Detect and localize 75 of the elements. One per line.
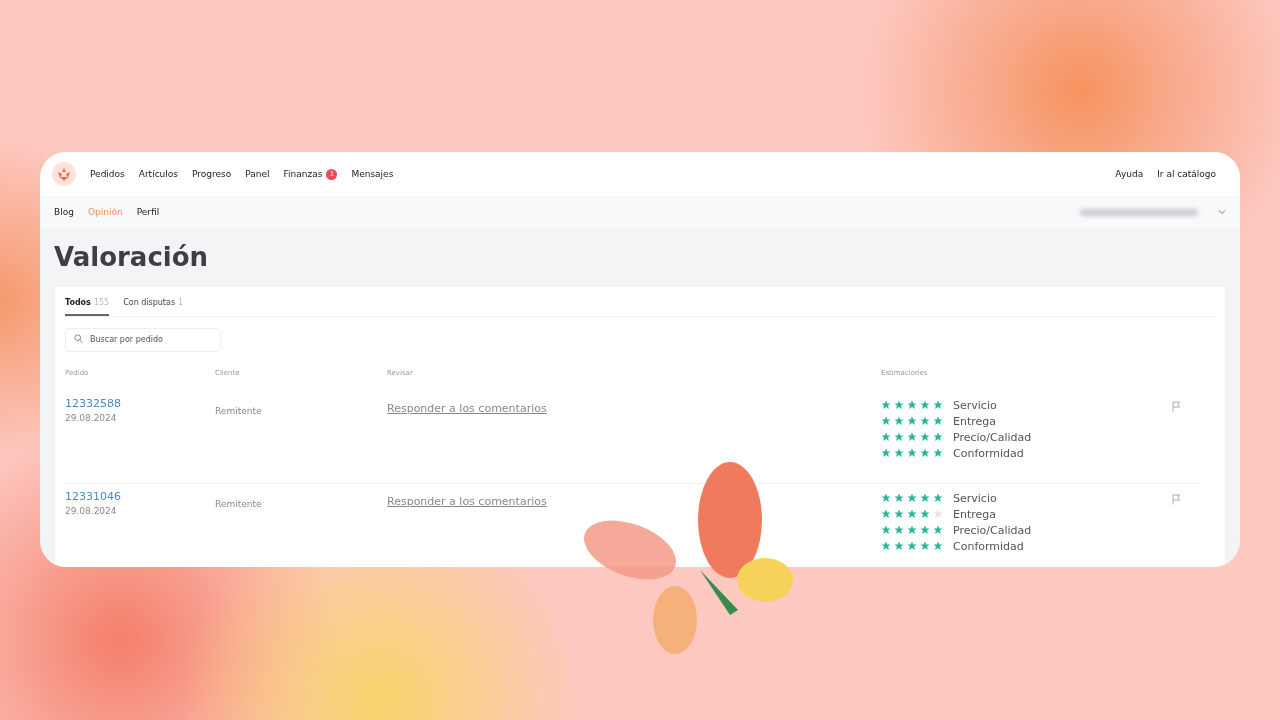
star-icon: [907, 416, 917, 426]
rating-label: Precio/Calidad: [953, 430, 1032, 444]
reply-link[interactable]: Responder a los comentarios: [387, 402, 547, 415]
star-icon: [894, 416, 904, 426]
order-date: 29.08.2024: [65, 506, 118, 516]
star-icon: [933, 541, 943, 551]
star-icon: [894, 493, 904, 503]
star-icon: [920, 493, 930, 503]
star-icon: [881, 509, 891, 519]
logo-icon[interactable]: [52, 162, 76, 186]
star-icon: [907, 400, 917, 410]
star-icon: [894, 432, 904, 442]
nav-link[interactable]: Progreso: [192, 169, 232, 179]
star-icon: [920, 541, 930, 551]
blurred-account-name[interactable]: [1080, 208, 1198, 216]
rating-label: Servicio: [953, 398, 997, 412]
star-icon: [894, 400, 904, 410]
subnav-link[interactable]: Blog: [54, 207, 74, 217]
star-icon: [933, 400, 943, 410]
nav-link[interactable]: Ir al catálogo: [1157, 169, 1216, 179]
rating-label: Conformidad: [953, 446, 1024, 460]
star-icon: [933, 493, 943, 503]
star-icon: [881, 541, 891, 551]
star-icon: [907, 448, 917, 458]
star-icon: [881, 432, 891, 442]
search-field[interactable]: Buscar por pedido: [65, 327, 221, 352]
star-icon: [907, 493, 917, 503]
star-icon: [894, 541, 904, 551]
star-icon: [920, 509, 930, 519]
order-link[interactable]: 12332588: [65, 397, 215, 410]
rating-label: Conformidad: [953, 539, 1024, 553]
star-icon: [920, 400, 930, 410]
order-date: 29.08.2024: [65, 413, 118, 423]
nav-link[interactable]: Panel: [245, 169, 270, 179]
reply-link[interactable]: Responder a los comentarios: [387, 495, 547, 508]
flag-icon[interactable]: [1171, 401, 1182, 412]
star-icon: [881, 400, 891, 410]
nav-link[interactable]: Artículos: [138, 169, 178, 179]
star-icon: [920, 448, 930, 458]
filter-tab[interactable]: Todos 155: [65, 295, 110, 316]
nav-link[interactable]: Ayuda: [1115, 169, 1144, 179]
star-icon: [894, 525, 904, 535]
star-icon: [907, 541, 917, 551]
nav-link[interactable]: Mensajes: [351, 169, 394, 179]
star-icon: [920, 525, 930, 535]
subnav-link[interactable]: Perfil: [136, 207, 160, 217]
flag-icon[interactable]: [1171, 494, 1182, 505]
page-title: Valoración: [53, 241, 210, 274]
star-icon: [881, 493, 891, 503]
star-icon: [894, 448, 904, 458]
rating-label: Entrega: [953, 414, 996, 428]
star-icon: [933, 448, 943, 458]
empty-star-icon: [933, 509, 943, 519]
star-icon: [933, 416, 943, 426]
star-icon: [920, 416, 930, 426]
star-icon: [907, 525, 917, 535]
nav-link[interactable]: Pedidos: [90, 169, 125, 179]
star-icon: [933, 525, 943, 535]
rating-label: Precio/Calidad: [953, 523, 1032, 537]
star-icon: [881, 525, 891, 535]
filter-tab[interactable]: Con disputas 1: [123, 295, 184, 316]
chevron-down-icon[interactable]: [1218, 208, 1226, 216]
rating-label: Servicio: [953, 491, 997, 505]
client-name: Remitente: [215, 499, 262, 509]
star-icon: [920, 432, 930, 442]
star-icon: [907, 432, 917, 442]
star-icon: [907, 509, 917, 519]
search-icon: [74, 334, 83, 343]
order-link[interactable]: 12331046: [65, 490, 215, 503]
client-name: Remitente: [215, 406, 262, 416]
star-icon: [881, 448, 891, 458]
star-icon: [881, 416, 891, 426]
star-icon: [894, 509, 904, 519]
star-icon: [933, 432, 943, 442]
rating-label: Entrega: [953, 507, 996, 521]
